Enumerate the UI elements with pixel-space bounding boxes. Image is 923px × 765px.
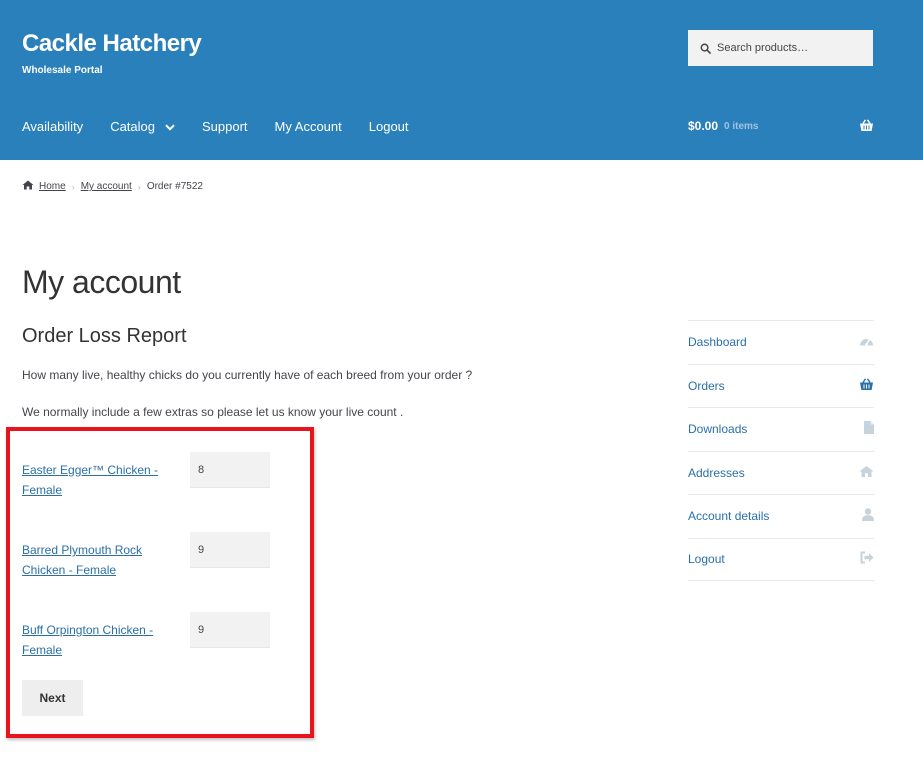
file-icon: [864, 421, 874, 437]
dashboard-icon: [859, 335, 874, 350]
sidebar-item-downloads[interactable]: Downloads: [688, 407, 874, 451]
basket-icon: [859, 378, 874, 394]
nav-item-availability[interactable]: Availability: [22, 119, 83, 134]
nav-item-my-account[interactable]: My Account: [275, 119, 342, 134]
cart-count: 0 items: [724, 120, 759, 132]
primary-nav: Availability Catalog Support My Account …: [22, 119, 436, 134]
sidebar-item-label: Orders: [688, 378, 725, 393]
home-icon: [22, 180, 34, 193]
account-navigation: Dashboard Orders Downloads Addresses Acc…: [688, 320, 874, 581]
sidebar-item-label: Account details: [688, 509, 770, 524]
page-title: My account: [22, 264, 181, 300]
search-icon: [700, 43, 711, 54]
breed-link[interactable]: Buff Orpington Chicken - Female: [22, 620, 162, 660]
nav-item-label: Support: [202, 119, 248, 134]
site-description: Wholesale Portal: [22, 65, 103, 76]
breed-count-input[interactable]: [190, 612, 270, 648]
nav-item-label: Logout: [368, 119, 409, 134]
breadcrumb-current: Order #7522: [146, 181, 203, 192]
chevron-down-icon[interactable]: [165, 119, 175, 134]
sidebar-item-label: Downloads: [688, 422, 748, 437]
breadcrumb-separator: ›: [137, 181, 141, 192]
site-title[interactable]: Cackle Hatchery: [22, 30, 202, 58]
breadcrumb-home-link[interactable]: Home: [39, 181, 66, 192]
breed-link[interactable]: Easter Egger™ Chicken - Female: [22, 460, 162, 500]
section-title: Order Loss Report: [22, 325, 187, 347]
next-button[interactable]: Next: [22, 680, 83, 716]
nav-item-label: Catalog: [110, 119, 155, 134]
breadcrumb: Home › My account › Order #7522: [22, 180, 203, 193]
intro-question: How many live, healthy chicks do you cur…: [22, 368, 473, 382]
user-icon: [862, 508, 874, 524]
sidebar-item-label: Logout: [688, 552, 725, 567]
breed-count-input[interactable]: [190, 452, 270, 488]
breed-count-input[interactable]: [190, 532, 270, 568]
sign-out-icon: [860, 551, 874, 567]
search-input[interactable]: [717, 42, 867, 54]
sidebar-item-addresses[interactable]: Addresses: [688, 450, 874, 495]
breed-link[interactable]: Barred Plymouth Rock Chicken - Female: [22, 540, 162, 580]
cart-total: $0.00: [688, 119, 719, 133]
sidebar-item-account-details[interactable]: Account details: [688, 494, 874, 538]
sidebar-item-label: Addresses: [688, 465, 745, 480]
home-icon: [859, 465, 874, 480]
nav-item-catalog[interactable]: Catalog: [110, 119, 175, 134]
sidebar-item-dashboard[interactable]: Dashboard: [688, 320, 874, 364]
breadcrumb-account-link[interactable]: My account: [81, 181, 132, 192]
sidebar-item-label: Dashboard: [688, 335, 747, 350]
intro-note: We normally include a few extras so plea…: [22, 405, 404, 419]
site-header: Cackle Hatchery Wholesale Portal Availab…: [0, 0, 923, 160]
sidebar-item-logout[interactable]: Logout: [688, 537, 874, 581]
nav-item-label: My Account: [274, 119, 342, 134]
nav-item-label: Availability: [22, 119, 84, 134]
basket-icon[interactable]: [859, 119, 874, 137]
breadcrumb-separator: ›: [71, 181, 75, 192]
header-cart[interactable]: $0.00 0 items: [688, 119, 874, 133]
sidebar-item-orders[interactable]: Orders: [688, 363, 874, 408]
nav-item-support[interactable]: Support: [202, 119, 248, 134]
nav-item-logout[interactable]: Logout: [369, 119, 409, 134]
search-box[interactable]: [688, 30, 873, 66]
